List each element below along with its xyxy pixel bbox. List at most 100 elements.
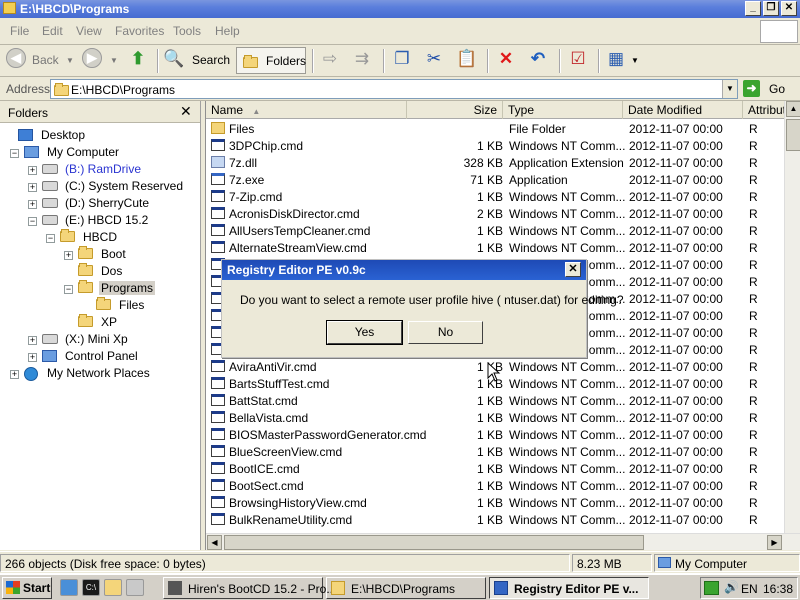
language-indicator[interactable]: EN	[741, 582, 758, 596]
file-row[interactable]: BlueScreenView.cmd 1 KB Windows NT Comm...…	[206, 443, 784, 460]
file-date-modified: 2012-11-07 00:00	[629, 411, 723, 425]
file-row[interactable]: Files File Folder 2012-11-07 00:00 R	[206, 120, 784, 137]
paste-icon[interactable]: 📋	[456, 49, 477, 69]
expand-icon[interactable]: +	[10, 370, 19, 379]
column-header-type[interactable]: Type	[503, 101, 623, 119]
go-arrow-icon: ➜	[743, 80, 760, 97]
command-prompt-icon[interactable]: C:\	[82, 579, 100, 596]
search-button-label[interactable]: Search	[192, 53, 230, 67]
file-row[interactable]: AlternateStreamView.cmd 1 KB Windows NT Co…	[206, 239, 784, 256]
restore-button[interactable]: ❐	[763, 1, 779, 16]
file-row[interactable]: BrowsingHistoryView.cmd 1 KB Windows NT Co…	[206, 494, 784, 511]
horizontal-scroll-thumb[interactable]	[224, 535, 644, 550]
up-folder-icon[interactable]: ⬆	[128, 49, 148, 69]
back-arrow-icon[interactable]: ◀	[6, 48, 26, 68]
task-hirens-bootcd[interactable]: Hiren's BootCD 15.2 - Pro...	[163, 577, 336, 599]
scroll-left-icon[interactable]: ◀	[207, 535, 222, 550]
task-registry-editor[interactable]: Registry Editor PE v...	[489, 577, 649, 599]
delete-icon[interactable]: ✕	[496, 49, 516, 69]
copy-icon[interactable]: ❐	[392, 49, 412, 69]
scroll-right-icon[interactable]: ▶	[767, 535, 782, 550]
show-desktop-icon[interactable]	[60, 579, 78, 596]
file-row[interactable]: 3DPChip.cmd 1 KB Windows NT Comm... 2012-11…	[206, 137, 784, 154]
column-header-attributes[interactable]: Attribut	[743, 101, 784, 119]
views-icon[interactable]: ▦	[606, 49, 626, 69]
menu-help[interactable]: Help	[215, 24, 240, 38]
clock[interactable]: 16:38	[763, 582, 793, 596]
explorer-icon[interactable]	[104, 579, 122, 596]
volume-icon[interactable]: 🔊	[724, 580, 739, 594]
menu-view[interactable]: View	[76, 24, 102, 38]
vertical-scroll-thumb[interactable]	[786, 119, 800, 151]
properties-icon[interactable]: ☑	[568, 49, 588, 69]
file-size: 1 KB	[476, 241, 503, 255]
menu-file[interactable]: File	[10, 24, 29, 38]
back-dropdown-icon[interactable]: ▼	[66, 56, 74, 65]
folder-icon	[96, 297, 111, 313]
file-row[interactable]: AcronisDiskDirector.cmd 2 KB Windows NT Co…	[206, 205, 784, 222]
dialog-close-button[interactable]: ✕	[565, 262, 581, 277]
start-button[interactable]: Start	[2, 577, 52, 599]
file-date-modified: 2012-11-07 00:00	[629, 326, 723, 340]
yes-button[interactable]: Yes	[326, 320, 403, 345]
file-row[interactable]: BIOSMasterPasswordGenerator.cmd 1 KB Windo…	[206, 426, 784, 443]
title-bar[interactable]: E:\HBCD\Programs _ ❐ ✕	[0, 0, 800, 18]
close-pane-icon[interactable]: ✕	[180, 103, 192, 120]
column-header-size[interactable]: Size	[407, 101, 503, 119]
start-label: Start	[23, 581, 51, 595]
views-dropdown-icon[interactable]: ▼	[631, 56, 639, 65]
vertical-scrollbar[interactable]: ▲	[784, 101, 800, 533]
tree-item-label: Programs	[99, 281, 156, 295]
file-row[interactable]: 7z.dll 328 KB Application Extension 2012-11…	[206, 154, 784, 171]
copy-to-icon[interactable]: ⇉	[352, 49, 372, 69]
menu-edit[interactable]: Edit	[42, 24, 63, 38]
forward-arrow-icon[interactable]: ▶	[82, 48, 102, 68]
collapse-icon[interactable]: −	[10, 149, 19, 158]
address-dropdown-icon[interactable]: ▼	[722, 80, 737, 98]
file-row[interactable]: BootSect.cmd 1 KB Windows NT Comm... 2012-1…	[206, 477, 784, 494]
scroll-up-icon[interactable]: ▲	[786, 101, 800, 117]
expand-icon[interactable]: +	[64, 251, 73, 260]
address-input[interactable]: E:\HBCD\Programs ▼	[50, 79, 738, 99]
file-size: 1 KB	[476, 224, 503, 238]
expand-icon[interactable]: +	[28, 166, 37, 175]
go-button[interactable]: ➜ Go	[743, 79, 797, 99]
collapse-icon[interactable]: −	[28, 217, 37, 226]
file-row[interactable]: BattStat.cmd 1 KB Windows NT Comm... 2012-1…	[206, 392, 784, 409]
column-header-date[interactable]: Date Modified	[623, 101, 743, 119]
back-button-label[interactable]: Back	[32, 53, 59, 67]
move-to-icon[interactable]: ⇨	[320, 49, 340, 69]
collapse-icon[interactable]: −	[64, 285, 73, 294]
file-row[interactable]: AllUsersTempCleaner.cmd 1 KB Windows NT Co…	[206, 222, 784, 239]
file-attributes: R	[749, 343, 758, 357]
close-window-button[interactable]: ✕	[781, 1, 797, 16]
drive-icon	[42, 180, 58, 194]
collapse-icon[interactable]: −	[46, 234, 55, 243]
cut-icon[interactable]: ✂	[424, 49, 444, 69]
undo-icon[interactable]: ↶	[528, 49, 548, 69]
file-row[interactable]: 7z.exe 71 KB Application 2012-11-07 00:00 R	[206, 171, 784, 188]
expand-icon[interactable]: +	[28, 353, 37, 362]
menu-tools[interactable]: Tools	[173, 24, 201, 38]
drive-manager-icon[interactable]	[126, 579, 144, 596]
file-row[interactable]: BulkRenameUtility.cmd 1 KB Windows NT Comm…	[206, 511, 784, 528]
file-row[interactable]: BootICE.cmd 1 KB Windows NT Comm... 2012-11…	[206, 460, 784, 477]
my-computer-icon	[658, 557, 671, 568]
dialog-title-bar[interactable]: Registry Editor PE v0.9c ✕	[222, 260, 586, 280]
expand-icon[interactable]: +	[28, 183, 37, 192]
file-row[interactable]: 7-Zip.cmd 1 KB Windows NT Comm... 2012-11-0…	[206, 188, 784, 205]
file-row[interactable]: BellaVista.cmd 1 KB Windows NT Comm... 2012…	[206, 409, 784, 426]
expand-icon[interactable]: +	[28, 200, 37, 209]
toolbar-separator	[487, 49, 489, 73]
column-header-name[interactable]: Name ▲	[206, 101, 407, 119]
folders-button[interactable]: Folders	[236, 47, 306, 74]
expand-icon[interactable]: +	[28, 336, 37, 345]
search-icon[interactable]: 🔍	[163, 49, 184, 69]
tray-app-icon[interactable]	[704, 581, 719, 595]
horizontal-scrollbar[interactable]: ◀ ▶	[206, 533, 800, 550]
menu-favorites[interactable]: Favorites	[115, 24, 164, 38]
no-button[interactable]: No	[408, 321, 483, 344]
minimize-button[interactable]: _	[745, 1, 761, 16]
task-explorer-programs[interactable]: E:\HBCD\Programs	[326, 577, 486, 599]
forward-dropdown-icon[interactable]: ▼	[110, 56, 118, 65]
